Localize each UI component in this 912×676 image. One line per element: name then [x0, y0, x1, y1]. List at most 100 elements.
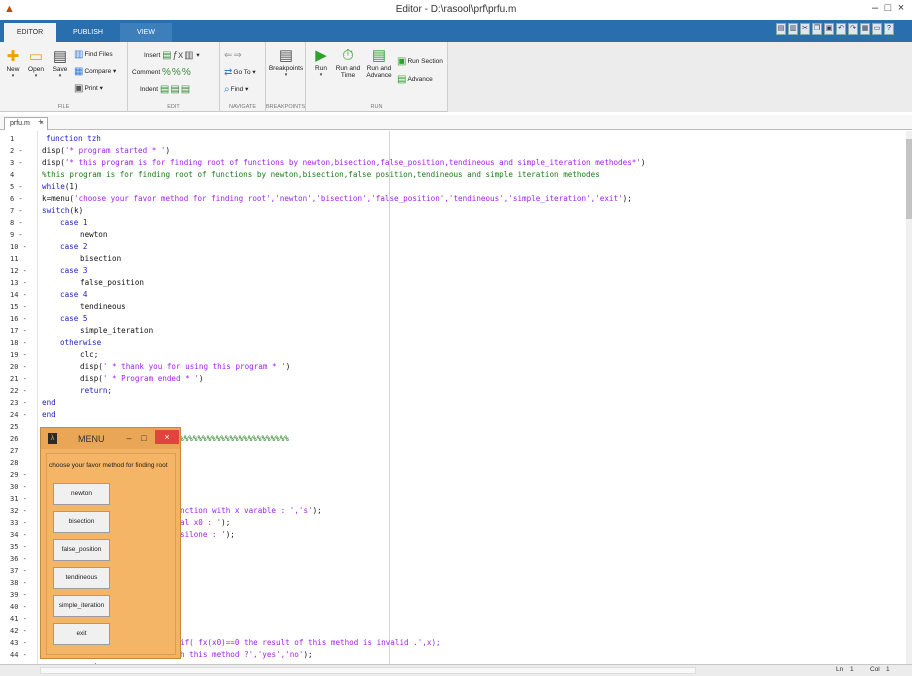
copy-icon[interactable]: ❐ [812, 23, 822, 35]
line-number[interactable]: 10 - [0, 241, 30, 253]
menu-dialog-title-bar[interactable]: λ MENU – □ × [41, 428, 180, 449]
line-number[interactable]: 30 - [0, 481, 30, 493]
add-tab-icon[interactable]: + [38, 117, 43, 126]
redo-icon[interactable]: ↷ [848, 23, 858, 35]
line-number[interactable]: 35 - [0, 541, 30, 553]
line-number[interactable]: 19 - [0, 349, 30, 361]
save-button[interactable]: ▤ Save ▾ [49, 48, 71, 79]
line-number[interactable]: 23 - [0, 397, 30, 409]
line-number[interactable]: 20 - [0, 361, 30, 373]
breakpoints-button[interactable]: ▤ Breakpoints ▾ [268, 47, 304, 78]
newton-button[interactable]: newton [53, 483, 110, 505]
false-position-button[interactable]: false_position [53, 539, 110, 561]
close-button[interactable]: × [155, 430, 179, 444]
line-number[interactable]: 5 - [0, 181, 30, 193]
line-number[interactable]: 43 - [0, 637, 30, 649]
line-number[interactable]: 12 - [0, 265, 30, 277]
line-number[interactable]: 2 - [0, 145, 30, 157]
switch-window-icon[interactable]: ▦ [860, 23, 870, 35]
code-line: while(1) [42, 182, 79, 191]
line-number[interactable]: 1 [0, 133, 30, 145]
minimize-button[interactable]: – [124, 433, 134, 443]
help-icon[interactable]: ? [884, 23, 894, 35]
chevron-down-icon: ▾ [284, 72, 288, 78]
scrollbar-thumb[interactable] [906, 139, 912, 219]
line-number[interactable]: 32 - [0, 505, 30, 517]
go-to-button[interactable]: ⇄Go To ▾ [224, 67, 256, 78]
print-button[interactable]: ▣Print ▾ [74, 83, 103, 94]
bisection-button[interactable]: bisection [53, 511, 110, 533]
minimize-button[interactable]: – [868, 2, 882, 14]
line-number[interactable]: 37 - [0, 565, 30, 577]
line-number[interactable]: 31 - [0, 493, 30, 505]
close-button[interactable]: × [894, 2, 908, 14]
save-icon[interactable]: ▤ [776, 23, 786, 35]
new-button[interactable]: ✚ New ▾ [3, 48, 23, 79]
comment-button[interactable]: Comment %%% [132, 67, 192, 78]
line-number[interactable]: 34 - [0, 529, 30, 541]
code-line: disp(' * thank you for using this progra… [80, 362, 291, 371]
line-number[interactable]: 33 - [0, 517, 30, 529]
line-number[interactable]: 17 - [0, 325, 30, 337]
line-number[interactable]: 13 - [0, 277, 30, 289]
vertical-scrollbar[interactable] [906, 131, 912, 664]
line-number[interactable]: 28 [0, 457, 30, 469]
edit-section-label: EDIT [167, 104, 180, 110]
line-number[interactable]: 18 - [0, 337, 30, 349]
line-number[interactable]: 25 [0, 421, 30, 433]
simple-iteration-button[interactable]: simple_iteration [53, 595, 110, 617]
line-number[interactable]: 6 - [0, 193, 30, 205]
run-section-button[interactable]: ▣Run Section [397, 56, 443, 67]
cut-icon[interactable]: ✂ [800, 23, 810, 35]
advance-button[interactable]: ▤Advance [397, 74, 433, 85]
line-number[interactable]: 7 - [0, 205, 30, 217]
line-number[interactable]: 24 - [0, 409, 30, 421]
line-number[interactable]: 39 - [0, 589, 30, 601]
paste-icon[interactable]: ▣ [824, 23, 834, 35]
find-button[interactable]: ⌕Find ▾ [224, 84, 248, 95]
forward-icon: ⇒ [233, 50, 242, 61]
line-number[interactable]: 22 - [0, 385, 30, 397]
dock-icon[interactable]: ▭ [872, 23, 882, 35]
run-and-advance-button[interactable]: ▤ Run and Advance [364, 47, 394, 79]
find-files-button[interactable]: ▥Find Files [74, 49, 113, 60]
line-number[interactable]: 29 - [0, 469, 30, 481]
line-number[interactable]: 16 - [0, 313, 30, 325]
tab-view[interactable]: VIEW [120, 23, 172, 42]
line-number[interactable]: 8 - [0, 217, 30, 229]
line-number[interactable]: 44 - [0, 649, 30, 661]
line-number[interactable]: 36 - [0, 553, 30, 565]
indent-button[interactable]: Indent ▤▤▤ [140, 84, 191, 95]
line-number[interactable]: 27 [0, 445, 30, 457]
line-number[interactable]: 4 [0, 169, 30, 181]
title-bar: ▲ Editor - D:\rasool\prf\prfu.m – □ × [0, 0, 912, 20]
restore-button[interactable]: □ [881, 2, 895, 14]
code-line: silone : '); [180, 530, 235, 539]
exit-button[interactable]: exit [53, 623, 110, 645]
line-number[interactable]: 26 [0, 433, 30, 445]
tab-publish[interactable]: PUBLISH [62, 23, 114, 42]
compare-button[interactable]: ▦Compare ▾ [74, 66, 116, 77]
line-number[interactable]: 15 - [0, 301, 30, 313]
code-line: case 2 [60, 242, 88, 251]
line-number[interactable]: 40 - [0, 601, 30, 613]
undo-icon[interactable]: ↶ [836, 23, 846, 35]
back-forward-buttons[interactable]: ⇐⇒ [224, 50, 243, 61]
insert-button[interactable]: Insert ▤ƒx▥ ▾ [144, 50, 200, 61]
line-number[interactable]: 11 [0, 253, 30, 265]
line-number[interactable]: 9 - [0, 229, 30, 241]
tendineous-button[interactable]: tendineous [53, 567, 110, 589]
run-and-time-button[interactable]: ⏱ Run and Time [334, 47, 362, 79]
line-number[interactable]: 14 - [0, 289, 30, 301]
save-all-icon[interactable]: ▥ [788, 23, 798, 35]
line-number[interactable]: 42 - [0, 625, 30, 637]
open-button[interactable]: ▭ Open ▾ [25, 48, 47, 79]
line-number[interactable]: 21 - [0, 373, 30, 385]
line-number[interactable]: 41 - [0, 613, 30, 625]
horizontal-scrollbar[interactable] [40, 667, 696, 674]
line-number[interactable]: 38 - [0, 577, 30, 589]
tab-editor[interactable]: EDITOR [4, 23, 56, 42]
run-button[interactable]: ▶ Run ▾ [310, 47, 332, 78]
maximize-button[interactable]: □ [139, 433, 149, 443]
line-number[interactable]: 3 - [0, 157, 30, 169]
